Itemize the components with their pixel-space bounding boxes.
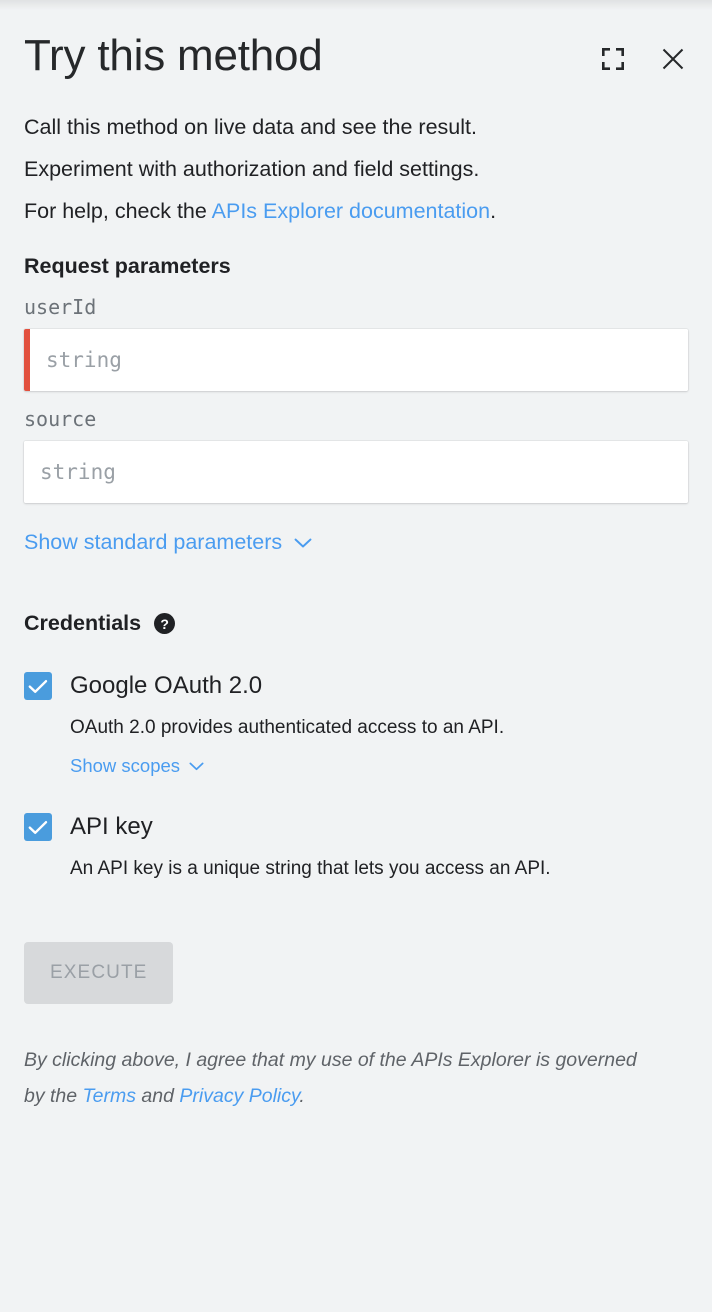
credential-description-api-key: An API key is a unique string that lets … xyxy=(70,858,551,879)
footer-part-3: . xyxy=(299,1085,305,1107)
try-this-method-panel: Try this method Call this method on live… xyxy=(0,0,712,1312)
chevron-down-icon xyxy=(189,755,204,777)
description-line-3-prefix: For help, check the xyxy=(24,199,212,223)
credential-label-google-oauth: Google OAuth 2.0 xyxy=(70,672,263,699)
footer-terms-text: By clicking above, I agree that my use o… xyxy=(24,1042,654,1114)
execute-button[interactable]: EXECUTE xyxy=(24,942,174,1004)
panel-description: Call this method on live data and see th… xyxy=(24,106,664,232)
privacy-policy-link[interactable]: Privacy Policy xyxy=(179,1085,299,1107)
apis-explorer-documentation-link[interactable]: APIs Explorer documentation xyxy=(212,199,490,223)
show-standard-parameters-toggle[interactable]: Show standard parameters xyxy=(24,530,312,555)
parameter-input-wrap-source xyxy=(24,441,688,503)
show-scopes-wrap: Show scopes xyxy=(70,739,688,777)
description-line-2: Experiment with authorization and field … xyxy=(24,157,480,181)
source-input[interactable] xyxy=(24,441,688,503)
description-line-3-suffix: . xyxy=(490,199,497,223)
parameter-field-source: source xyxy=(24,407,688,503)
help-question-icon[interactable]: ? xyxy=(154,613,176,634)
credential-row-google-oauth[interactable]: Google OAuth 2.0 xyxy=(24,672,688,700)
chevron-down-icon xyxy=(294,530,312,555)
parameter-input-wrap-userid xyxy=(24,329,688,391)
fullscreen-expand-icon[interactable] xyxy=(600,46,626,72)
show-standard-parameters-label: Show standard parameters xyxy=(24,530,283,554)
panel-header: Try this method xyxy=(24,0,688,78)
credential-item-google-oauth: Google OAuth 2.0 OAuth 2.0 provides auth… xyxy=(24,672,688,777)
page-title: Try this method xyxy=(24,31,323,80)
description-line-1: Call this method on live data and see th… xyxy=(24,115,477,139)
header-actions xyxy=(600,46,686,72)
footer-part-2: and xyxy=(136,1085,180,1107)
request-parameters-heading: Request parameters xyxy=(24,254,231,278)
parameter-field-userid: userId xyxy=(24,295,688,391)
credentials-section: Credentials ? Google OAuth 2.0 OAuth 2.0… xyxy=(24,611,688,880)
close-icon[interactable] xyxy=(660,46,686,72)
credentials-heading: Credentials xyxy=(24,611,142,635)
terms-link[interactable]: Terms xyxy=(83,1085,136,1107)
credential-item-api-key: API key An API key is a unique string th… xyxy=(24,813,688,880)
checkbox-api-key[interactable] xyxy=(24,813,52,841)
checkbox-google-oauth[interactable] xyxy=(24,672,52,700)
show-scopes-label: Show scopes xyxy=(70,755,181,776)
credential-description-google-oauth: OAuth 2.0 provides authenticated access … xyxy=(70,717,505,738)
parameter-label-source: source xyxy=(24,407,97,431)
parameter-label-userid: userId xyxy=(24,295,97,319)
credential-row-api-key[interactable]: API key xyxy=(24,813,688,841)
userid-input[interactable] xyxy=(30,329,688,391)
credentials-heading-row: Credentials ? xyxy=(24,611,688,636)
show-scopes-toggle[interactable]: Show scopes xyxy=(70,755,204,777)
credential-label-api-key: API key xyxy=(70,813,153,840)
